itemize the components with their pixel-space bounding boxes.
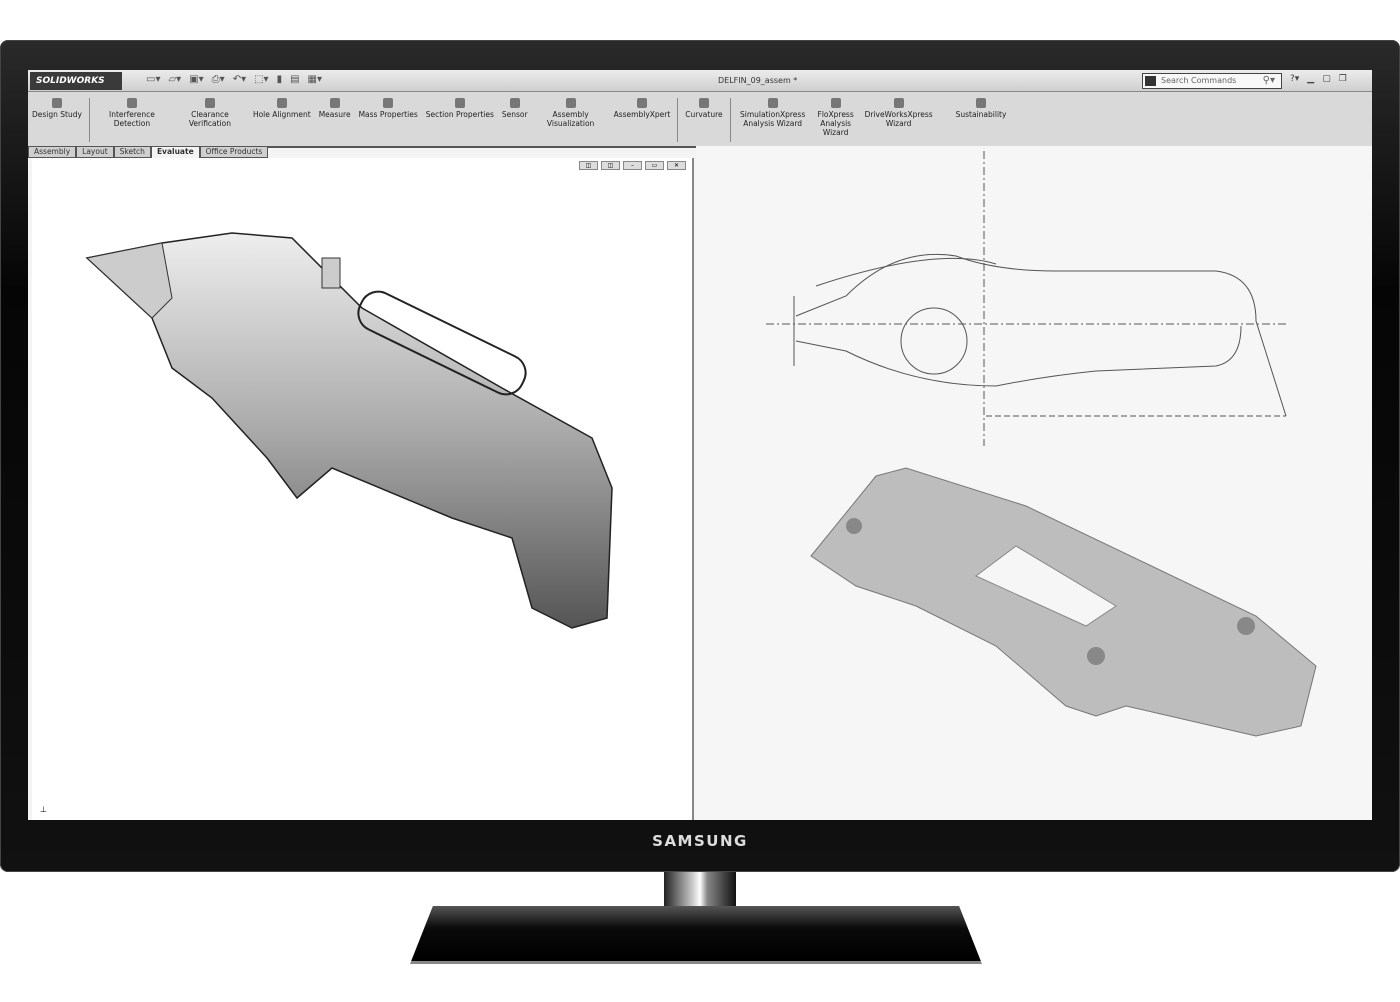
tab-evaluate[interactable]: Evaluate <box>150 146 200 158</box>
options-icon[interactable]: ▦▾ <box>308 74 322 85</box>
ribbon-button-curvature[interactable]: Curvature <box>681 98 726 119</box>
minimize-view-icon[interactable]: – <box>623 161 642 170</box>
sustainability-icon <box>976 98 987 108</box>
solidworks-logo[interactable]: SOLIDWORKS <box>30 72 122 90</box>
window-controls: ?▾ ▁ ▢ ❐ <box>1290 74 1347 84</box>
sketch-and-part-model <box>766 151 1317 737</box>
ribbon-label: Sensor <box>501 110 528 119</box>
title-bar: SOLIDWORKS ▭▾ ▱▾ ▣▾ ⎙▾ ↶▾ ⬚▾ ▮ ▤ ▦▾ DELF… <box>28 70 1372 92</box>
mass-properties-icon <box>383 98 394 108</box>
restore-view-icon[interactable]: ▭ <box>645 161 664 170</box>
tab-assembly[interactable]: Assembly <box>28 146 77 158</box>
viewport-controls: ◫ ◫ – ▭ ✕ <box>579 161 686 170</box>
simulation-icon <box>767 98 778 108</box>
ribbon-button-simulationxpress-analysis-wizard[interactable]: SimulationXpress Analysis Wizard <box>734 98 812 128</box>
new-icon[interactable]: ▭▾ <box>146 74 160 85</box>
select-icon[interactable]: ⬚▾ <box>254 74 268 85</box>
monitor-brand: SAMSUNG <box>652 832 748 850</box>
ribbon-label: Mass Properties <box>358 110 418 119</box>
command-tabs: Assembly Layout Sketch Evaluate Office Produ… <box>28 146 269 158</box>
split-vertical-icon[interactable]: ◫ <box>601 161 620 170</box>
ribbon-button-clearance-verification[interactable]: Clearance Verification <box>171 98 249 128</box>
ribbon-label: Sustainability <box>955 110 1007 119</box>
ribbon-button-floxpress-analysis-wizard[interactable]: FloXpress Analysis Wizard <box>812 98 860 137</box>
ribbon-label: Clearance Verification <box>188 110 231 128</box>
ribbon-label: Interference Detection <box>108 110 155 128</box>
split-horizontal-icon[interactable]: ◫ <box>579 161 598 170</box>
save-icon[interactable]: ▣▾ <box>189 74 203 85</box>
ribbon-button-measure[interactable]: Measure <box>315 98 355 119</box>
ribbon-label: SimulationXpress Analysis Wizard <box>740 110 806 128</box>
rebuild-icon[interactable]: ▮ <box>277 74 283 85</box>
command-icon <box>1145 76 1156 86</box>
ribbon-button-mass-properties[interactable]: Mass Properties <box>355 98 422 119</box>
part-viewport[interactable] <box>696 146 1372 820</box>
command-manager: Design Study Interference Detection Cleara… <box>28 92 1372 148</box>
transparent-assembly-model <box>85 232 613 629</box>
ribbon-label: AssemblyXpert <box>613 110 671 119</box>
help-icon[interactable]: ?▾ <box>1290 74 1299 84</box>
search-placeholder: Search Commands <box>1161 76 1237 85</box>
section-properties-icon <box>454 98 465 108</box>
close-view-icon[interactable]: ✕ <box>667 161 686 170</box>
axis-triad-icon: ⊥ <box>40 805 47 814</box>
quick-access-toolbar: ▭▾ ▱▾ ▣▾ ⎙▾ ↶▾ ⬚▾ ▮ ▤ ▦▾ <box>146 74 322 85</box>
screen: SOLIDWORKS ▭▾ ▱▾ ▣▾ ⎙▾ ↶▾ ⬚▾ ▮ ▤ ▦▾ DELF… <box>28 70 1372 820</box>
minimize-icon[interactable]: ▁ <box>1307 74 1314 84</box>
tab-sketch[interactable]: Sketch <box>113 146 151 158</box>
ribbon-label: Hole Alignment <box>252 110 311 119</box>
ribbon-button-driveworksxpress-wizard[interactable]: DriveWorksXpress Wizard <box>860 98 938 128</box>
restore-icon[interactable]: ❐ <box>1339 74 1347 84</box>
undo-icon[interactable]: ↶▾ <box>233 74 246 85</box>
ribbon-separator <box>88 98 90 142</box>
assembly-viewport[interactable]: ◫ ◫ – ▭ ✕ ⊥ <box>32 158 694 820</box>
ribbon-button-interference-detection[interactable]: Interference Detection <box>93 98 171 128</box>
sensor-icon <box>509 98 520 108</box>
open-icon[interactable]: ▱▾ <box>168 74 181 85</box>
ribbon-button-assembly-visualization[interactable]: Assembly Visualization <box>532 98 610 128</box>
hole-alignment-icon <box>276 98 287 108</box>
ribbon-separator <box>729 98 731 142</box>
ribbon-separator <box>677 98 679 142</box>
ribbon-label: Design Study <box>32 110 82 119</box>
file-properties-icon[interactable]: ▤ <box>290 74 299 85</box>
ribbon-button-hole-alignment[interactable]: Hole Alignment <box>249 98 315 119</box>
monitor-base <box>410 906 982 964</box>
interference-icon <box>126 98 137 108</box>
design-study-icon <box>51 98 62 108</box>
document-title: DELFIN_09_assem * <box>718 76 798 85</box>
assembly-visualization-icon <box>565 98 576 108</box>
floxpress-icon <box>830 98 841 108</box>
ribbon-label: Curvature <box>685 110 723 119</box>
ribbon-button-design-study[interactable]: Design Study <box>28 98 86 119</box>
tab-office-products[interactable]: Office Products <box>199 146 269 158</box>
ribbon-button-section-properties[interactable]: Section Properties <box>422 98 498 119</box>
ribbon-label: Section Properties <box>425 110 494 119</box>
curvature-icon <box>698 98 709 108</box>
maximize-icon[interactable]: ▢ <box>1322 74 1331 84</box>
ribbon-label: FloXpress Analysis Wizard <box>817 110 854 137</box>
ribbon-label: DriveWorksXpress Wizard <box>864 110 933 128</box>
ribbon-button-sustainability[interactable]: Sustainability <box>952 98 1011 119</box>
ribbon-button-assemblyxpert[interactable]: AssemblyXpert <box>610 98 675 119</box>
ribbon-label: Assembly Visualization <box>546 110 595 128</box>
print-icon[interactable]: ⎙▾ <box>212 74 225 85</box>
assemblyxpert-icon <box>636 98 647 108</box>
search-commands-input[interactable]: Search Commands ⚲▾ <box>1142 73 1282 89</box>
measure-icon <box>329 98 340 108</box>
search-icon[interactable]: ⚲▾ <box>1263 74 1275 88</box>
ribbon-label: Measure <box>318 110 351 119</box>
clearance-icon <box>204 98 215 108</box>
driveworks-icon <box>893 98 904 108</box>
ribbon-button-sensor[interactable]: Sensor <box>498 98 532 119</box>
tab-layout[interactable]: Layout <box>76 146 114 158</box>
